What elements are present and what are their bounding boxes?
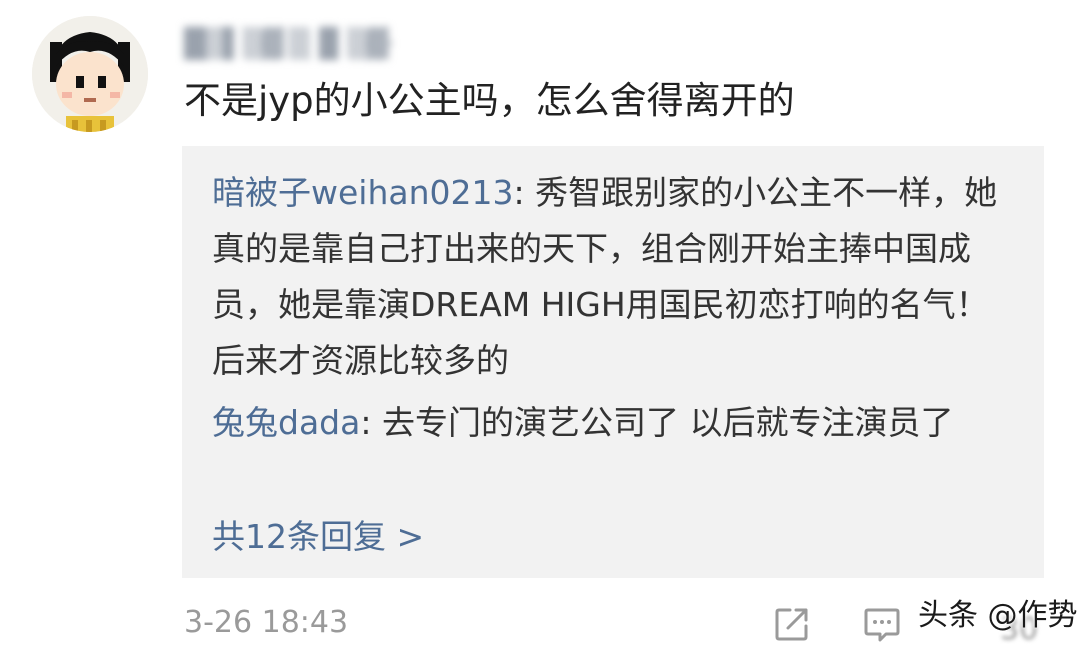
share-button[interactable] <box>772 604 812 644</box>
reply-author[interactable]: 兔兔dada <box>212 403 360 442</box>
replies-panel: 暗被子weihan0213: 秀智跟别家的小公主不一样，她真的是靠自己打出来的天… <box>182 146 1044 578</box>
reply-separator: : <box>513 173 536 212</box>
comment-icon <box>864 608 900 642</box>
reply-item: 暗被子weihan0213: 秀智跟别家的小公主不一样，她真的是靠自己打出来的天… <box>212 165 1002 389</box>
comment-timestamp: 3-26 18:43 <box>184 605 349 640</box>
reply-author[interactable]: 暗被子weihan0213 <box>212 173 514 212</box>
view-all-replies-link[interactable]: 共12条回复 > <box>212 509 424 565</box>
reply-item: 兔兔dada: 去专门的演艺公司了 以后就专注演员了 <box>212 395 1002 451</box>
comment-button[interactable] <box>862 604 902 644</box>
avatar[interactable] <box>32 16 148 132</box>
comment-text: 不是jyp的小公主吗，怎么舍得离开的 <box>184 79 795 122</box>
watermark: 头条 @作势 <box>918 598 1078 633</box>
comment-card: █▒▌▒▓ ▒▐▌▒▓· 不是jyp的小公主吗，怎么舍得离开的 暗被子weiha… <box>0 0 1080 649</box>
username-blurred[interactable]: █▒▌▒▓ ▒▐▌▒▓· <box>184 26 424 60</box>
reply-separator: : <box>360 403 382 442</box>
avatar-image <box>32 16 148 132</box>
reply-text: 去专门的演艺公司了 以后就专注演员了 <box>381 403 954 442</box>
share-icon <box>775 608 808 641</box>
